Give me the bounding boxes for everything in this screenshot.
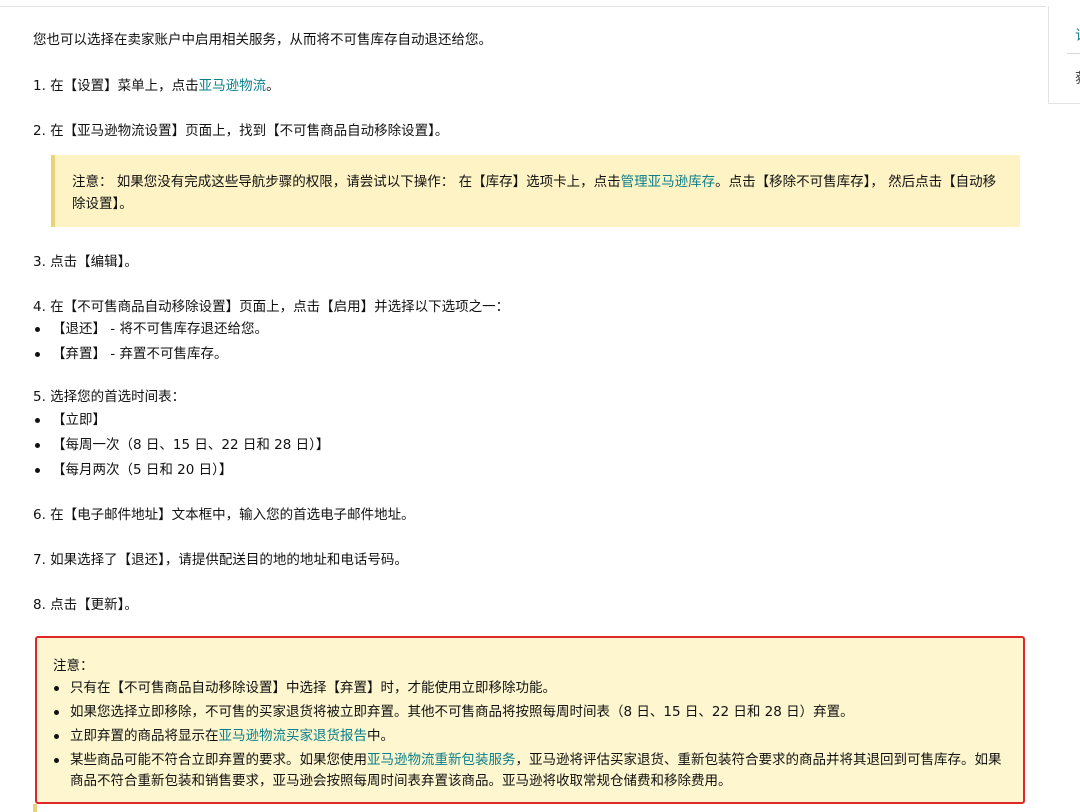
repackaging-service-link[interactable]: 亚马逊物流重新包装服务 [367,752,516,768]
schedule-immediate: 【立即】 [52,412,106,428]
note-bullet-2: 如果您选择立即移除，不可售的买家退货将被立即弃置。其他不可售商品将按照每周时间表… [70,704,854,720]
step-4: 4. 在【不可售商品自动移除设置】页面上，点击【启用】并选择以下选项之一： [33,299,510,315]
step-7: 7. 如果选择了【退还】，请提供配送目的地的地址和电话号码。 [33,552,408,568]
note-box-permissions: 注意： 如果您没有完成这些导航步骤的权限，请尝试以下操作： 在【库存】选项卡上，… [51,155,1020,227]
side-panel: 订 获 [1048,6,1080,104]
step-8: 8. 点击【更新】。 [33,597,138,613]
step-1: 1. 在【设置】菜单上，点击亚马逊物流。 [33,76,280,96]
step-1-suffix: 。 [266,78,280,94]
bottom-accent [33,804,37,812]
note-prefix: 注意： 如果您没有完成这些导航步骤的权限，请尝试以下操作： 在【库存】选项卡上，… [72,174,621,190]
manage-inventory-link[interactable]: 管理亚马逊库存 [621,174,716,190]
note-bullet-3: 立即弃置的商品将显示在亚马逊物流买家退货报告中。 [70,728,394,744]
note-bullet-4: 某些商品可能不符合立即弃置的要求。如果您使用亚马逊物流重新包装服务，亚马逊将评估… [70,752,1002,789]
intro-text: 您也可以选择在卖家账户中启用相关服务，从而将不可售库存自动退还给您。 [33,32,492,48]
step-1-prefix: 1. 在【设置】菜单上，点击 [33,78,199,94]
note-box-highlighted: 注意： 只有在【不可售商品自动移除设置】中选择【弃置】时，才能使用立即移除功能。… [35,636,1025,804]
note-bullet-1: 只有在【不可售商品自动移除设置】中选择【弃置】时，才能使用立即移除功能。 [70,680,556,696]
option-dispose: 【弃置】 - 弃置不可售库存。 [52,346,228,362]
side-link-2[interactable]: 获 [1075,68,1080,88]
schedule-twice-monthly: 【每月两次（5 日和 20 日）】 [52,462,233,478]
note-title: 注意： [53,658,94,674]
side-divider [1067,53,1080,54]
top-divider [0,6,1046,7]
returns-report-link[interactable]: 亚马逊物流买家退货报告 [219,728,368,744]
step-6: 6. 在【电子邮件地址】文本框中，输入您的首选电子邮件地址。 [33,507,415,523]
schedule-weekly: 【每周一次（8 日、15 日、22 日和 28 日）】 [52,437,330,453]
step-5: 5. 选择您的首选时间表： [33,389,186,405]
step-3: 3. 点击【编辑】。 [33,254,138,270]
fba-link[interactable]: 亚马逊物流 [199,78,267,94]
note-text: 注意： 如果您没有完成这些导航步骤的权限，请尝试以下操作： 在【库存】选项卡上，… [72,171,1007,215]
step-2: 2. 在【亚马逊物流设置】页面上，找到【不可售商品自动移除设置】。 [33,123,449,139]
side-link-1[interactable]: 订 [1075,25,1080,45]
option-return: 【退还】 - 将不可售库存退还给您。 [52,321,268,337]
